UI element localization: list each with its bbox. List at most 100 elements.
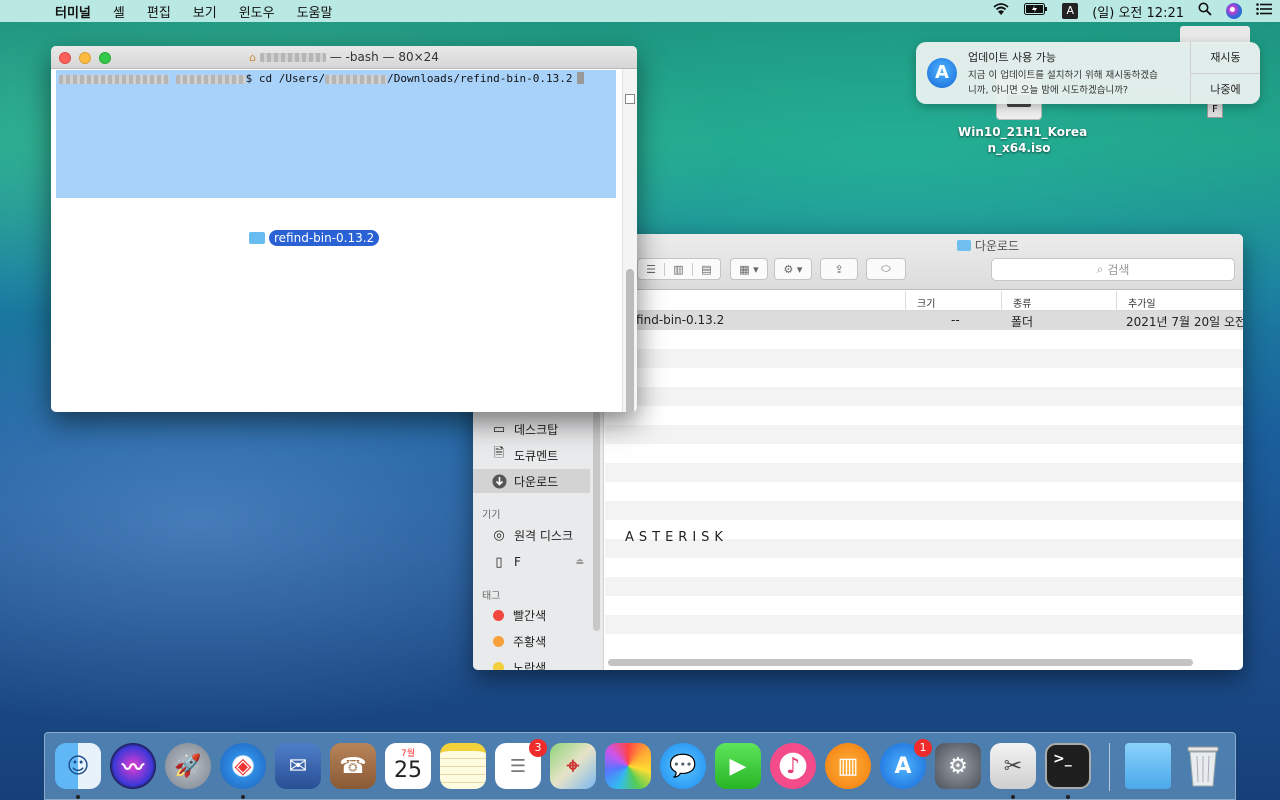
row-kind: 폴더	[1011, 315, 1034, 329]
orange-tag-icon	[493, 635, 504, 647]
tag-button[interactable]: ⬭	[866, 258, 906, 280]
share-icon: ⇪	[834, 262, 844, 276]
folder-icon	[956, 240, 971, 251]
redacted-user	[175, 74, 246, 84]
table-row	[605, 349, 1243, 368]
siri-icon[interactable]: 〰	[110, 743, 156, 789]
battery-icon[interactable]	[1024, 3, 1048, 19]
eject-icon[interactable]: ⏏	[575, 557, 584, 567]
app-store-icon[interactable]: A 1	[880, 739, 932, 789]
menu-help[interactable]: 도움말	[286, 2, 344, 21]
siri-icon[interactable]	[1226, 3, 1242, 19]
split-pane-icon[interactable]	[625, 94, 635, 104]
sidebar-item-remote-disc[interactable]: ◎ 원격 디스크	[473, 523, 590, 547]
column-date-added[interactable]: 추가일	[1128, 295, 1156, 310]
terminal-titlebar[interactable]: ⌂ — -bash — 80×24	[51, 46, 637, 69]
column-kind[interactable]: 종류	[1013, 295, 1031, 310]
command-prefix: $ cd /Users/	[245, 72, 326, 85]
column-view-icon[interactable]: ▥	[664, 262, 692, 276]
horizontal-scrollbar[interactable]	[608, 659, 1193, 666]
gallery-view-icon[interactable]: ▤	[692, 262, 720, 276]
text-selection	[56, 70, 616, 198]
finder-title: 다운로드	[974, 239, 1020, 253]
sidebar-tag-red[interactable]: 빨간색	[473, 603, 590, 627]
menu-edit[interactable]: 편집	[136, 2, 182, 21]
table-row	[605, 406, 1243, 425]
downloads-folder-icon[interactable]	[1125, 743, 1171, 789]
arrange-button[interactable]: ▦ ▾	[730, 258, 768, 280]
menu-view[interactable]: 보기	[182, 2, 228, 21]
finder-icon[interactable]: ☺	[55, 743, 101, 789]
launchpad-icon[interactable]: 🚀	[165, 743, 211, 789]
command-path: /Downloads/refind-bin-0.13.2	[387, 72, 573, 85]
table-row	[605, 558, 1243, 577]
table-row	[605, 425, 1243, 444]
wifi-icon[interactable]	[992, 2, 1010, 20]
file-list: 크기 종류 추가일 refind-bin-0.13.2 -- 폴더 2021년 …	[605, 291, 1243, 670]
reminders-icon[interactable]: ☰ 3	[495, 739, 547, 789]
menu-shell[interactable]: 셸	[102, 2, 136, 21]
dragged-folder[interactable]: refind-bin-0.13.2	[249, 230, 380, 246]
spotlight-icon[interactable]	[1198, 2, 1212, 20]
update-notification[interactable]: A 업데이트 사용 가능 지금 이 업데이트를 설치하기 위해 재시동하겠습 니…	[916, 42, 1260, 104]
safari-icon[interactable]: ◈	[220, 743, 266, 789]
terminal-icon[interactable]: >_	[1045, 743, 1091, 789]
app-store-icon: A	[927, 58, 957, 88]
list-view-icon[interactable]: ☰	[638, 263, 664, 276]
clock[interactable]: (일) 오전 12:21	[1092, 2, 1184, 21]
sidebar-item-drive-f[interactable]: ▯ F ⏏	[473, 550, 590, 574]
table-row	[605, 387, 1243, 406]
terminal-title: — -bash — 80×24	[329, 50, 439, 64]
system-preferences-icon[interactable]: ⚙	[935, 743, 981, 789]
notification-text-1: 지금 이 업데이트를 설치하기 위해 재시동하겠습	[968, 70, 1158, 81]
input-source-icon[interactable]: A	[1062, 3, 1079, 19]
search-placeholder: 검색	[1107, 263, 1130, 277]
terminal-command-line[interactable]: $ cd /Users/ /Downloads/refind-bin-0.13.2	[59, 72, 584, 85]
sidebar-scrollbar[interactable]	[593, 411, 600, 631]
contacts-icon[interactable]: ☎	[330, 743, 376, 789]
terminal-window: ⌂ — -bash — 80×24 $ cd /Users/ /Downloads…	[51, 46, 637, 412]
share-button[interactable]: ⇪	[820, 258, 858, 280]
dock: ☺ 〰 🚀 ◈ ✉ ☎ 7월 25 ☰ 3 ⌖ 💬 ▶ ♪ ▥ A 1 ⚙ ✂ …	[44, 732, 1236, 800]
menu-terminal[interactable]: 터미널	[44, 2, 102, 21]
tag-icon: ⬭	[881, 262, 891, 275]
row-date: 2021년 7월 20일 오전	[1126, 315, 1243, 329]
trash-icon[interactable]	[1180, 743, 1226, 789]
messages-icon[interactable]: 💬	[660, 743, 706, 789]
photos-icon[interactable]	[605, 743, 651, 789]
calendar-icon[interactable]: 7월 25	[385, 743, 431, 789]
notification-center-icon[interactable]	[1256, 3, 1272, 19]
view-mode-control[interactable]: ☰ ▥ ▤	[637, 258, 721, 280]
ibooks-icon[interactable]: ▥	[825, 743, 871, 789]
terminal-scrollbar[interactable]	[622, 69, 637, 412]
drive-icon: ▯	[495, 554, 503, 570]
table-row	[605, 444, 1243, 463]
sidebar-item-downloads[interactable]: 다운로드	[473, 469, 590, 493]
later-button[interactable]: 나중에	[1191, 72, 1260, 105]
menu-window[interactable]: 윈도우	[228, 2, 286, 21]
sidebar-tag-orange[interactable]: 주황색	[473, 629, 590, 653]
column-size[interactable]: 크기	[917, 295, 935, 310]
action-button[interactable]: ⚙ ▾	[774, 258, 812, 280]
disc-icon: ◎	[493, 527, 505, 543]
screenshot-tool-icon[interactable]: ✂	[990, 743, 1036, 789]
itunes-icon[interactable]: ♪	[770, 743, 816, 789]
restart-button[interactable]: 재시동	[1191, 42, 1260, 73]
table-row	[605, 330, 1243, 349]
maps-icon[interactable]: ⌖	[550, 743, 596, 789]
table-row	[605, 463, 1243, 482]
notification-title: 업데이트 사용 가능	[968, 51, 1056, 64]
tags-header: 태그	[482, 591, 501, 602]
sidebar-tag-yellow[interactable]: 노란색	[473, 655, 590, 670]
sidebar-item-documents[interactable]: 🗎 도큐멘트	[473, 443, 590, 467]
calendar-day: 25	[394, 758, 422, 783]
scrollbar-thumb[interactable]	[626, 269, 634, 412]
facetime-icon[interactable]: ▶	[715, 743, 761, 789]
mail-icon[interactable]: ✉	[275, 743, 321, 789]
notes-icon[interactable]	[440, 743, 486, 789]
sidebar-item-desktop[interactable]: ▭ 데스크탑	[473, 417, 590, 441]
grid-icon: ▦ ▾	[739, 262, 759, 276]
desktop-icon: ▭	[492, 421, 506, 437]
search-input[interactable]: ⌕ 검색	[991, 258, 1235, 281]
table-row[interactable]: refind-bin-0.13.2 -- 폴더 2021년 7월 20일 오전	[605, 311, 1243, 330]
